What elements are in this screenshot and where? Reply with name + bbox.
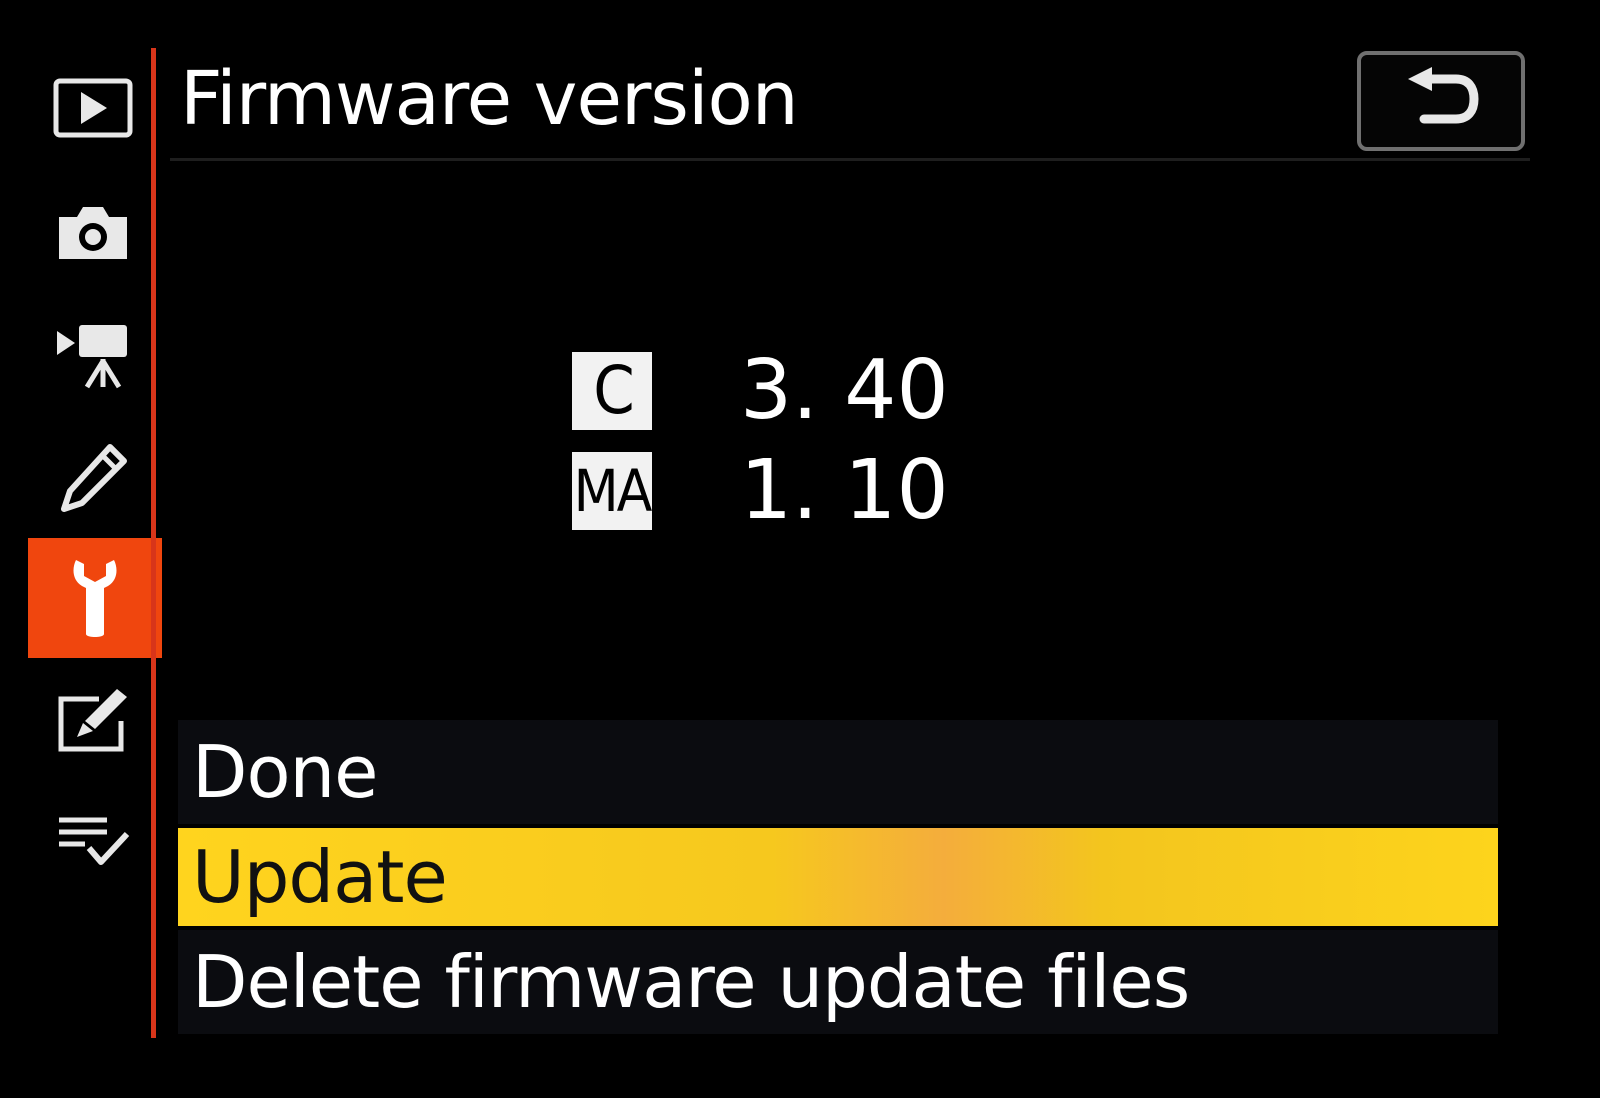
firmware-version-value: 1. 10 [740, 443, 949, 538]
sidebar-tabs [28, 48, 162, 1038]
sidebar-item-movie-shooting[interactable] [28, 296, 158, 416]
movie-camera-icon [55, 321, 131, 391]
back-button[interactable] [1357, 51, 1525, 151]
wrench-icon [70, 556, 120, 640]
firmware-menu: Done Update Delete firmware update files [178, 720, 1498, 1038]
sidebar-item-photo-shooting[interactable] [28, 173, 158, 293]
playback-icon [53, 78, 133, 138]
return-arrow-icon [1402, 67, 1480, 135]
firmware-label-badge: C [572, 352, 652, 430]
sidebar-item-custom-settings[interactable] [28, 418, 158, 538]
sidebar-item-my-menu[interactable] [28, 782, 158, 902]
firmware-row-camera: C 3. 40 [572, 346, 992, 436]
pencil-icon [58, 443, 128, 513]
camera-icon [55, 203, 131, 263]
menu-item-done[interactable]: Done [178, 720, 1498, 824]
sidebar-item-setup[interactable] [28, 538, 162, 658]
my-menu-icon [55, 812, 131, 872]
firmware-version-value: 3. 40 [740, 343, 949, 438]
sidebar-item-retouch[interactable] [28, 660, 158, 780]
page-title: Firmware version [180, 56, 799, 142]
title-divider [170, 158, 1530, 161]
firmware-label-badge: MA [572, 452, 652, 530]
retouch-icon [55, 685, 131, 755]
sidebar-divider [151, 48, 156, 1038]
menu-item-update[interactable]: Update [178, 828, 1498, 926]
menu-item-delete-firmware-files[interactable]: Delete firmware update files [178, 930, 1498, 1034]
firmware-row-lens: MA 1. 10 [572, 446, 992, 536]
sidebar-item-playback[interactable] [28, 48, 158, 168]
